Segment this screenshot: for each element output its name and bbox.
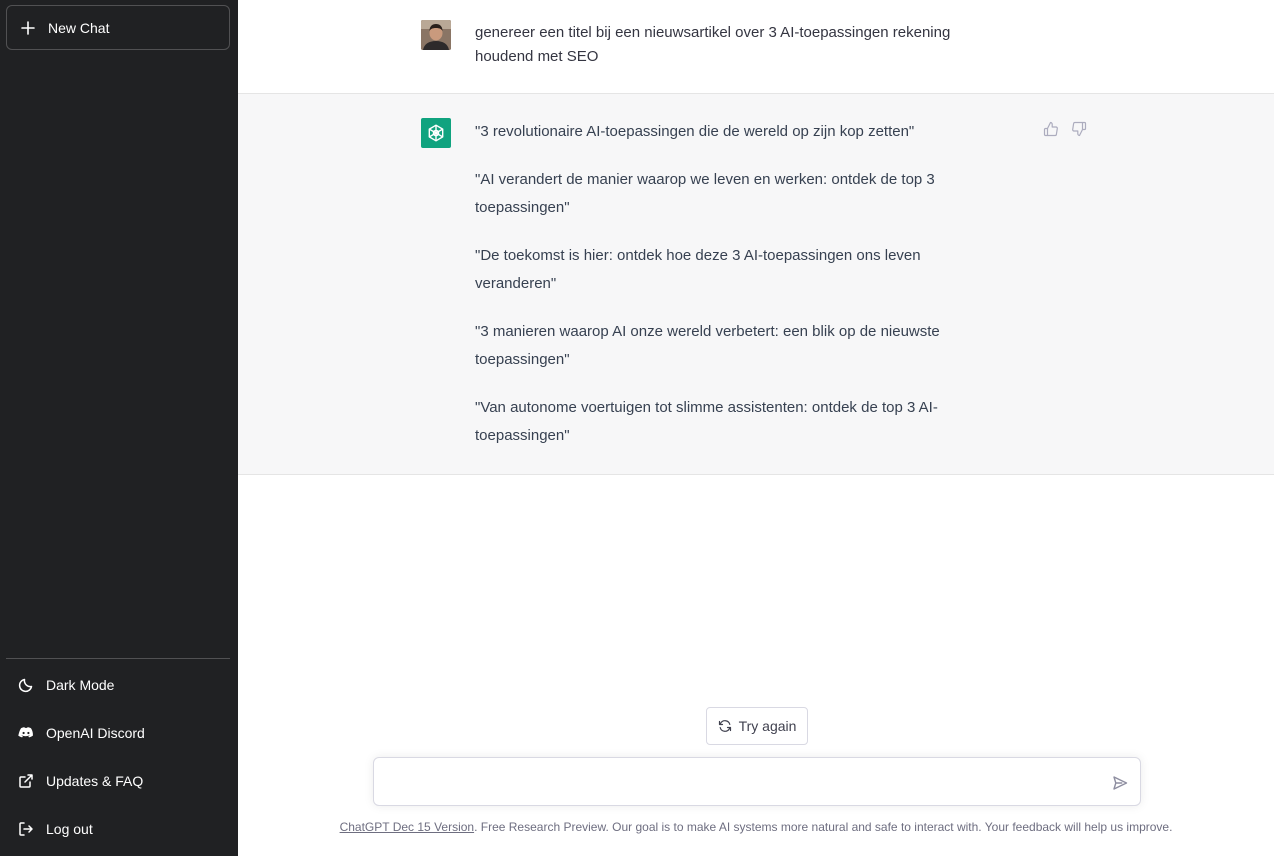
user-message-text: genereer een titel bij een nieuwsartikel… xyxy=(475,24,951,65)
send-icon[interactable] xyxy=(1112,775,1128,791)
sidebar-item-openai-discord[interactable]: OpenAI Discord xyxy=(6,713,230,753)
thumbs-up-icon[interactable] xyxy=(1043,121,1059,137)
assistant-title-suggestion: "AI verandert de manier waarop we leven … xyxy=(475,171,935,216)
assistant-message-row: "3 revolutionaire AI-toepassingen die de… xyxy=(238,94,1274,475)
new-chat-label: New Chat xyxy=(48,19,110,36)
logout-icon xyxy=(18,821,34,837)
user-avatar xyxy=(421,20,451,50)
sidebar-divider xyxy=(6,658,230,659)
message-input-box xyxy=(373,757,1141,806)
assistant-title-suggestion: "Van autonome voertuigen tot slimme assi… xyxy=(475,399,938,444)
sidebar-item-dark-mode[interactable]: Dark Mode xyxy=(6,665,230,705)
sidebar: New Chat Dark Mode OpenAI Discord Update… xyxy=(0,0,238,856)
assistant-title-suggestion: "3 manieren waarop AI onze wereld verbet… xyxy=(475,323,940,368)
sidebar-item-updates-faq[interactable]: Updates & FAQ xyxy=(6,761,230,801)
thumbs-down-icon[interactable] xyxy=(1071,121,1087,137)
sidebar-item-log-out[interactable]: Log out xyxy=(6,809,230,849)
new-chat-button[interactable]: New Chat xyxy=(6,5,230,50)
refresh-icon xyxy=(718,719,732,733)
footer: ChatGPT Dec 15 Version. Free Research Pr… xyxy=(238,820,1274,834)
sidebar-item-label: Dark Mode xyxy=(46,677,115,693)
assistant-message-text: "3 revolutionaire AI-toepassingen die de… xyxy=(475,118,985,470)
assistant-title-suggestion: "3 revolutionaire AI-toepassingen die de… xyxy=(475,123,915,140)
main-panel: genereer een titel bij een nieuwsartikel… xyxy=(238,0,1274,856)
discord-icon xyxy=(18,725,34,741)
version-link[interactable]: ChatGPT Dec 15 Version xyxy=(340,820,475,834)
user-message-row: genereer een titel bij een nieuwsartikel… xyxy=(238,0,1274,94)
message-input[interactable] xyxy=(386,770,1096,794)
footer-text: . Free Research Preview. Our goal is to … xyxy=(474,820,1173,834)
assistant-title-suggestion: "De toekomst is hier: ontdek hoe deze 3 … xyxy=(475,247,921,292)
moon-icon xyxy=(18,677,34,693)
feedback-buttons xyxy=(1043,121,1087,137)
try-again-label: Try again xyxy=(738,718,797,734)
sidebar-item-label: OpenAI Discord xyxy=(46,725,145,741)
openai-logo-icon xyxy=(421,118,451,148)
plus-icon xyxy=(21,20,35,35)
try-again-button[interactable]: Try again xyxy=(706,707,808,745)
sidebar-item-label: Log out xyxy=(46,821,93,837)
sidebar-item-label: Updates & FAQ xyxy=(46,773,144,789)
external-link-icon xyxy=(18,773,34,789)
